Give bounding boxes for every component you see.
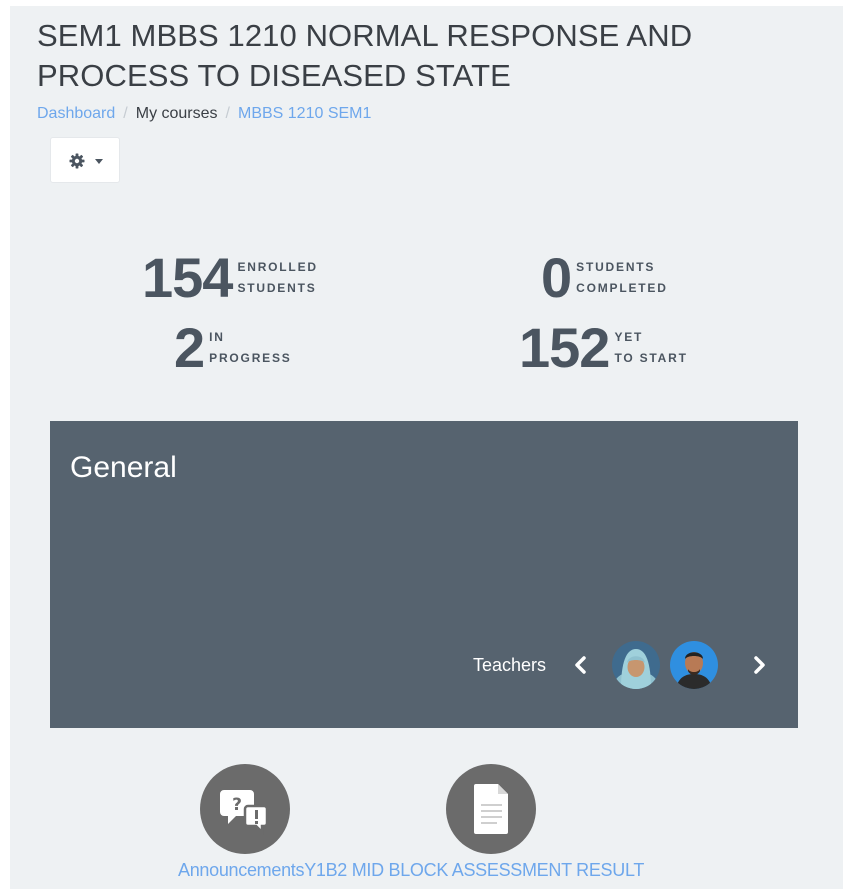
stat-completed-value: 0 (541, 246, 572, 309)
stat-label-line: IN (209, 330, 225, 344)
breadcrumb-separator: / (225, 105, 230, 122)
file-icon (474, 784, 508, 834)
teacher-avatar[interactable] (612, 641, 660, 689)
breadcrumb-dashboard-link[interactable]: Dashboard (37, 105, 115, 122)
stat-label-line: STUDENTS (576, 260, 656, 274)
breadcrumb-my-courses[interactable]: My courses (136, 105, 218, 122)
breadcrumb-course-link[interactable]: MBBS 1210 SEM1 (238, 105, 371, 122)
stat-label-line: STUDENTS (237, 281, 317, 295)
course-settings-button[interactable] (50, 137, 120, 183)
stat-label-line: YET (614, 330, 644, 344)
caret-down-icon (95, 159, 103, 164)
chevron-left-icon[interactable] (573, 655, 587, 675)
assessment-result-file-icon[interactable] (446, 764, 536, 854)
stat-label-line: TO START (614, 351, 688, 365)
announcements-forum-icon[interactable]: ? (200, 764, 290, 854)
section-title: General (70, 451, 177, 484)
stat-in-progress-value: 2 (174, 316, 205, 379)
gear-icon (69, 153, 85, 169)
page-title: SEM1 MBBS 1210 NORMAL RESPONSE AND PROCE… (37, 18, 693, 93)
stat-yet-to-start: 152 YET TO START (519, 320, 688, 376)
stat-enrolled-label: ENROLLED STUDENTS (237, 257, 317, 299)
announcements-link[interactable]: Announcements (178, 860, 304, 880)
stat-completed-label: STUDENTS COMPLETED (576, 257, 668, 299)
chevron-right-icon[interactable] (753, 655, 767, 675)
breadcrumb-separator: / (123, 105, 128, 122)
stat-enrolled-value: 154 (142, 246, 233, 309)
teachers-label: Teachers (473, 655, 547, 675)
course-page: SEM1 MBBS 1210 NORMAL RESPONSE AND PROCE… (10, 6, 843, 889)
stat-label-line: PROGRESS (209, 351, 292, 365)
breadcrumb: Dashboard / My courses / MBBS 1210 SEM1 (37, 104, 371, 124)
stat-in-progress: 2 IN PROGRESS (174, 320, 292, 376)
stat-yet-to-start-value: 152 (519, 316, 610, 379)
teacher-avatar[interactable] (670, 641, 718, 689)
teacher-avatar-female-image (612, 641, 660, 689)
stat-in-progress-label: IN PROGRESS (209, 327, 291, 369)
stat-enrolled-students: 154 ENROLLED STUDENTS (142, 250, 318, 306)
stat-students-completed: 0 STUDENTS COMPLETED (541, 250, 668, 306)
forum-icon: ? (220, 790, 269, 836)
assessment-result-link[interactable]: Y1B2 MID BLOCK ASSESSMENT RESULT (304, 860, 644, 880)
activity-links: AnnouncementsY1B2 MID BLOCK ASSESSMENT R… (178, 859, 644, 881)
svg-text:?: ? (232, 795, 242, 815)
stat-label-line: ENROLLED (237, 260, 318, 274)
stat-yet-to-start-label: YET TO START (614, 327, 687, 369)
stat-label-line: COMPLETED (576, 281, 668, 295)
teacher-avatar-male-image (670, 641, 718, 689)
section-general: General Teachers (50, 421, 798, 728)
